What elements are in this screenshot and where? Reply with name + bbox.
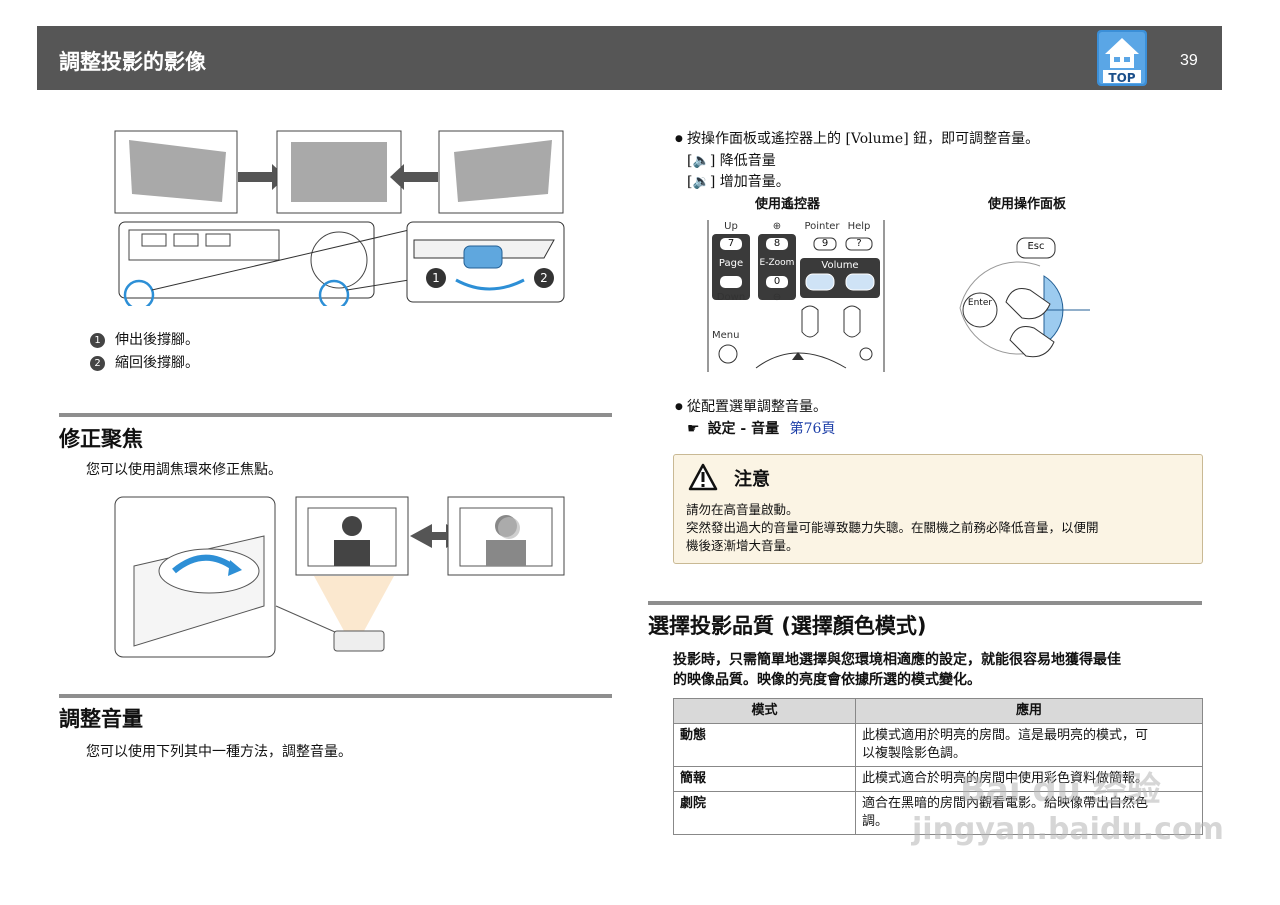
- increase-volume-line: [🔉] 增加音量。: [687, 172, 790, 192]
- svg-text:1: 1: [432, 271, 440, 285]
- decrease-volume-line: [🔈] 降低音量: [687, 151, 776, 171]
- bullet-config-menu: 從配置選單調整音量。: [675, 397, 827, 417]
- key-8[interactable]: 8: [766, 238, 788, 250]
- legend-item-1: 1 伸出後撐腳。: [90, 330, 199, 350]
- panel-caption: 使用操作面板: [988, 197, 1067, 212]
- esc-button[interactable]: Esc: [1017, 241, 1055, 252]
- page-header: 調整投影的影像 TOP 39: [37, 26, 1222, 90]
- decrease-volume-text: [🔈] 降低音量: [687, 153, 776, 169]
- menu-path: 設定 - 音量: [707, 421, 780, 437]
- top-button[interactable]: TOP: [1097, 30, 1147, 86]
- key-9[interactable]: 9: [814, 238, 836, 250]
- notice-line-3: 機後逐漸增大音量。: [686, 538, 799, 553]
- key-page-label: Page: [718, 258, 744, 269]
- pointing-hand-icon: ☛: [687, 421, 700, 437]
- panel-volume-down-button[interactable]: [1050, 312, 1090, 338]
- section-rule-volume: [59, 694, 612, 698]
- notice-line-1: 請勿在高音量啟動。: [686, 502, 799, 517]
- svg-text:2: 2: [540, 271, 548, 285]
- volume-text: 您可以使用下列其中一種方法，調整音量。: [86, 744, 352, 760]
- page-title: 調整投影的影像: [59, 50, 206, 74]
- mode-cell: 簡報: [673, 766, 856, 792]
- panel-illustration: Esc Enter: [950, 232, 1100, 362]
- key-down-label: Down: [716, 292, 746, 303]
- keystone-figure: 1 2: [114, 130, 566, 311]
- notice-text: 請勿在高音量啟動。 突然發出過大的音量可能導致聽力失聰。在關機之前務必降低音量，…: [686, 501, 1099, 555]
- menu-reference: ☛ 設定 - 音量 第76頁: [687, 419, 835, 439]
- remote-caption: 使用遙控器: [755, 197, 821, 212]
- table-header-row: 模式 應用: [673, 698, 1203, 724]
- panel-volume-up-button[interactable]: [1050, 282, 1090, 308]
- color-mode-heading: 選擇投影品質 (選擇顏色模式): [648, 614, 927, 638]
- use-line: 以複製陰影色調。: [862, 746, 967, 761]
- table-row: 動態 此模式適用於明亮的房間。這是最明亮的模式，可 以複製陰影色調。: [673, 723, 1203, 767]
- key-up-label: Up: [724, 221, 738, 232]
- feet-adjust-illustration: 1 2: [114, 130, 565, 311]
- remote-illustration: Up ⊕ Pointer Help 7 8 9 ? Page E-Zoom Vo…: [706, 220, 888, 372]
- page-number: 39: [1180, 52, 1198, 69]
- focus-heading: 修正聚焦: [59, 427, 143, 451]
- section-rule-focus: [59, 413, 612, 417]
- warning-triangle-icon: [688, 463, 718, 491]
- zoom-in-icon: ⊕: [772, 221, 782, 232]
- col-header-mode: 模式: [673, 698, 856, 724]
- volume-heading: 調整音量: [59, 707, 143, 731]
- legend-num-2: 2: [90, 356, 105, 371]
- focus-ring-illustration: [114, 496, 565, 658]
- use-cell: 此模式適用於明亮的房間。這是最明亮的模式，可 以複製陰影色調。: [855, 723, 1203, 767]
- mode-cell: 劇院: [673, 791, 856, 835]
- notice-line-2: 突然發出過大的音量可能導致聽力失聰。在關機之前務必降低音量，以便開: [686, 520, 1099, 535]
- key-help[interactable]: ?: [846, 238, 872, 250]
- key-pointer-label: Pointer: [804, 221, 840, 232]
- legend-text-2: 縮回後撐腳。: [115, 355, 199, 371]
- key-0[interactable]: 0: [766, 276, 788, 288]
- col-header-use: 應用: [855, 698, 1203, 724]
- intro-line-1: 投影時，只需簡單地選擇與您環境相適應的設定，就能很容易地獲得最佳: [673, 652, 1121, 668]
- key-volume-label: Volume: [821, 260, 859, 271]
- focus-figure: [114, 496, 566, 658]
- menu-page-link[interactable]: 第76頁: [790, 421, 836, 437]
- intro-line-2: 的映像品質。映像的亮度會依據所選的模式變化。: [673, 672, 981, 688]
- watermark-logo: Bai du 经验: [960, 770, 1161, 810]
- caution-notice: 注意 請勿在高音量啟動。 突然發出過大的音量可能導致聽力失聰。在關機之前務必降低…: [673, 454, 1203, 564]
- key-7[interactable]: 7: [720, 238, 742, 250]
- color-mode-intro: 投影時，只需簡單地選擇與您環境相適應的設定，就能很容易地獲得最佳 的映像品質。映…: [673, 650, 1121, 690]
- volume-up-button[interactable]: [846, 274, 874, 290]
- volume-down-button[interactable]: [806, 274, 834, 290]
- key-menu-label: Menu: [712, 330, 740, 341]
- top-label: TOP: [1108, 71, 1136, 85]
- focus-text: 您可以使用調焦環來修正焦點。: [86, 462, 282, 478]
- key-help-label: Help: [847, 221, 871, 232]
- use-line: 此模式適用於明亮的房間。這是最明亮的模式，可: [862, 728, 1149, 743]
- bullet-volume-button: 按操作面板或遙控器上的 [Volume] 鈕，即可調整音量。: [675, 129, 1039, 149]
- key-ezoom-label: E-Zoom: [759, 258, 795, 268]
- watermark-url: jingyan.baidu.com: [912, 812, 1224, 847]
- zoom-out-icon: ⊖: [772, 292, 782, 303]
- enter-button[interactable]: Enter: [963, 298, 997, 308]
- notice-title: 注意: [734, 469, 770, 490]
- legend-text-1: 伸出後撐腳。: [115, 332, 199, 348]
- section-rule-color-mode: [648, 601, 1202, 605]
- mode-cell: 動態: [673, 723, 856, 767]
- legend-item-2: 2 縮回後撐腳。: [90, 353, 199, 373]
- legend-num-1: 1: [90, 333, 105, 348]
- increase-volume-text: [🔉] 增加音量。: [687, 174, 790, 190]
